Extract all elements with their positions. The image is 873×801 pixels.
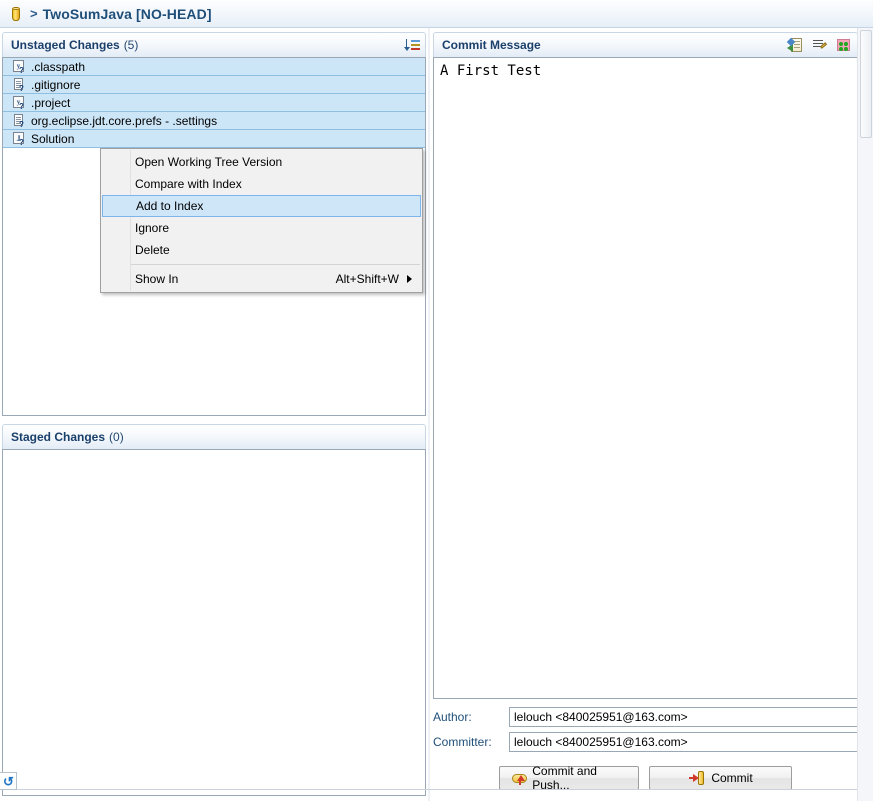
push-cloud-icon (512, 771, 527, 786)
menu-item-label: Compare with Index (135, 177, 242, 191)
committer-row: Committer: lelouch <840025951@163.com> (433, 732, 858, 752)
scrollbar-thumb[interactable] (860, 30, 872, 138)
staged-changes-header: Staged Changes (0) (2, 424, 426, 449)
left-column: Unstaged Changes (5) y ? .classpath ? .g… (0, 28, 430, 801)
commit-and-push-label: Commit and Push... (532, 764, 597, 792)
file-name: .classpath (31, 59, 86, 74)
unstaged-changes-title: Unstaged Changes (11, 38, 120, 52)
menu-item-compare-with-index[interactable]: Compare with Index (101, 173, 422, 195)
commit-message-header: Commit Message (433, 32, 858, 57)
menu-item-shortcut: Alt+Shift+W (335, 272, 399, 286)
committer-field[interactable]: lelouch <840025951@163.com> (509, 732, 858, 752)
add-change-id-icon[interactable] (835, 37, 853, 54)
table-row[interactable]: ? .gitignore (3, 76, 425, 94)
commit-label: Commit (711, 771, 753, 785)
unstaged-changes-header: Unstaged Changes (5) (2, 32, 426, 57)
breadcrumb-separator: > (30, 6, 38, 21)
staged-changes-panel: Staged Changes (0) (2, 424, 426, 797)
refresh-icon: ↻ (2, 773, 14, 789)
commit-message-title: Commit Message (442, 38, 541, 52)
text-file-icon: ? (12, 113, 27, 129)
staged-changes-title: Staged Changes (11, 430, 106, 444)
menu-item-label: Ignore (135, 221, 170, 235)
xml-file-icon: y ? (12, 95, 27, 111)
add-signed-off-by-icon[interactable] (811, 37, 829, 54)
amend-commit-icon[interactable] (786, 37, 805, 54)
menu-item-delete[interactable]: Delete (101, 239, 422, 261)
file-name: Solution (31, 131, 75, 146)
file-name: org.eclipse.jdt.core.prefs - .settings (31, 113, 218, 128)
table-row[interactable]: J ? Solution (3, 130, 425, 148)
menu-item-show-in[interactable]: Show In Alt+Shift+W (101, 268, 422, 290)
menu-item-ignore[interactable]: Ignore (101, 217, 422, 239)
table-row[interactable]: ? org.eclipse.jdt.core.prefs - .settings (3, 112, 425, 130)
author-label: Author: (433, 710, 472, 724)
author-field[interactable]: lelouch <840025951@163.com> (509, 707, 858, 727)
commit-arrow-icon (688, 771, 705, 785)
file-name: .gitignore (31, 77, 81, 92)
menu-item-open-working-tree-version[interactable]: Open Working Tree Version (101, 151, 422, 173)
commit-message-panel: Commit Message A First Test (433, 32, 858, 699)
commit-message-toolbar (786, 37, 853, 54)
menu-item-label: Add to Index (136, 199, 204, 213)
author-row: Author: lelouch <840025951@163.com> (433, 707, 858, 727)
staged-file-list[interactable] (2, 449, 426, 796)
refresh-button[interactable]: ↻ (0, 772, 17, 790)
menu-separator (131, 264, 420, 265)
menu-item-add-to-index[interactable]: Add to Index (102, 195, 421, 217)
context-menu[interactable]: Open Working Tree Version Compare with I… (100, 148, 423, 293)
sort-icon[interactable] (404, 37, 421, 53)
chevron-right-icon (407, 275, 412, 283)
bottom-divider (17, 789, 857, 790)
repository-cylinder-icon (8, 6, 24, 22)
table-row[interactable]: y ? .project (3, 94, 425, 112)
xml-file-icon: y ? (12, 59, 27, 75)
text-file-icon: ? (12, 77, 27, 93)
page-title: TwoSumJava [NO-HEAD] (42, 5, 212, 22)
commit-and-push-button[interactable]: Commit and Push... (499, 764, 639, 792)
commit-message-input[interactable]: A First Test (433, 57, 858, 699)
right-column: Commit Message A First Test Author: lelo… (430, 28, 865, 801)
table-row[interactable]: y ? .classpath (3, 58, 425, 76)
unstaged-changes-count: (5) (123, 38, 139, 52)
java-file-icon: J ? (12, 131, 27, 147)
staged-changes-count: (0) (109, 430, 124, 444)
vertical-scrollbar[interactable] (857, 28, 873, 801)
commit-button[interactable]: Commit (649, 766, 792, 790)
unstaged-header-toolbar (404, 37, 421, 53)
committer-label: Committer: (433, 735, 492, 749)
file-name: .project (31, 95, 71, 110)
menu-item-label: Show In (135, 272, 179, 286)
repository-title-bar: > TwoSumJava [NO-HEAD] (0, 0, 873, 28)
menu-item-label: Open Working Tree Version (135, 155, 283, 169)
menu-item-label: Delete (135, 243, 170, 257)
